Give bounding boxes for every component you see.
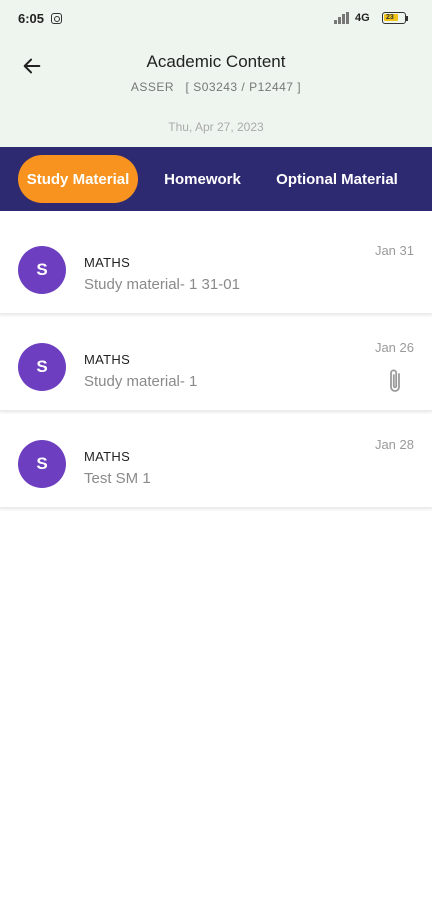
avatar: S xyxy=(18,343,66,391)
battery-tip xyxy=(406,16,408,21)
signal-icon xyxy=(334,12,350,24)
list-item[interactable]: S MATHS Study material- 1 31-01 Jan 31 xyxy=(0,220,432,314)
item-title: Study material- 1 31-01 xyxy=(84,276,240,293)
list-item[interactable]: S MATHS Study material- 1 Jan 26 xyxy=(0,317,432,411)
item-title: Study material- 1 xyxy=(84,373,198,390)
battery-level: 23 xyxy=(386,14,394,21)
student-info: ASSER [ S03243 / P12447 ] xyxy=(130,80,302,94)
item-date: Jan 28 xyxy=(374,437,414,452)
page-date: Thu, Apr 27, 2023 xyxy=(168,120,264,134)
tab-study-material[interactable]: Study Material xyxy=(18,155,138,203)
battery-icon: 23 xyxy=(382,12,406,24)
item-subject: MATHS xyxy=(84,255,131,270)
item-subject: MATHS xyxy=(84,449,131,464)
instagram-notification-icon xyxy=(51,13,62,24)
paperclip-icon[interactable] xyxy=(384,367,406,395)
tab-optional-material[interactable]: Optional Material xyxy=(268,155,406,203)
status-bar: 6:05 4G 23 xyxy=(0,0,432,38)
avatar: S xyxy=(18,440,66,488)
tab-bar: Study Material Homework Optional Materia… xyxy=(0,147,432,211)
item-title: Test SM 1 xyxy=(84,470,151,487)
avatar: S xyxy=(18,246,66,294)
item-subject: MATHS xyxy=(84,352,131,367)
item-date: Jan 31 xyxy=(374,243,414,258)
tab-homework[interactable]: Homework xyxy=(155,155,250,203)
list-item[interactable]: S MATHS Test SM 1 Jan 28 xyxy=(0,414,432,508)
page-title: Academic Content xyxy=(146,52,286,71)
status-time: 6:05 xyxy=(18,11,45,26)
network-type: 4G xyxy=(355,12,370,24)
item-date: Jan 26 xyxy=(374,340,414,355)
